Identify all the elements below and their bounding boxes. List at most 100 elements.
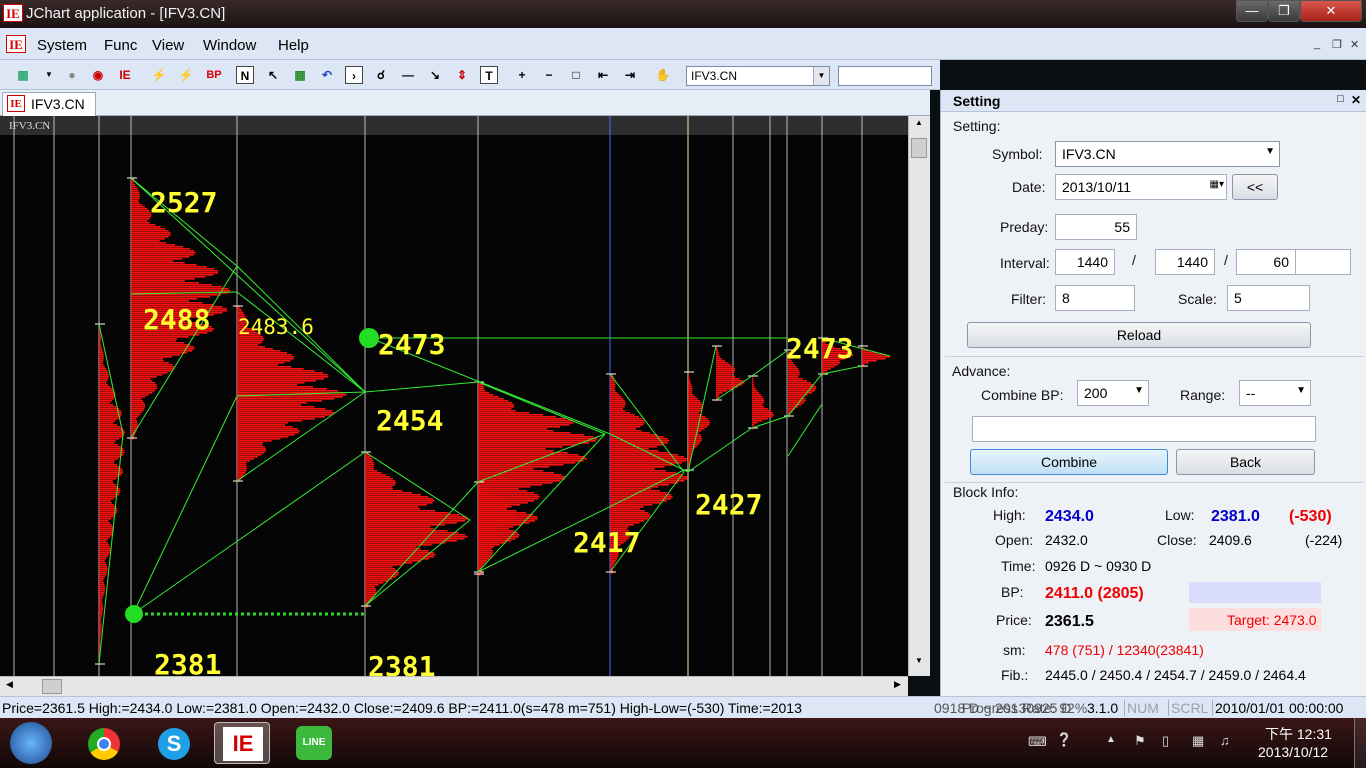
zoom-in-icon[interactable]: + bbox=[513, 66, 531, 84]
divider bbox=[945, 356, 1363, 357]
volume-icon[interactable]: ♫ bbox=[1220, 733, 1230, 748]
volume-profile-bar bbox=[610, 506, 644, 508]
volume-profile-bar bbox=[131, 216, 152, 218]
select-box-icon[interactable]: □ bbox=[567, 66, 585, 84]
line-icon[interactable]: LINE bbox=[286, 722, 342, 764]
scroll-thumb[interactable] bbox=[911, 138, 927, 158]
zoom-out-icon[interactable]: − bbox=[540, 66, 558, 84]
keyboard-icon[interactable]: ⌨ bbox=[1028, 734, 1047, 750]
search-icon[interactable]: ☌ bbox=[372, 66, 390, 84]
volume-profile-bar bbox=[478, 486, 531, 488]
trend-line-icon[interactable]: ↘ bbox=[426, 66, 444, 84]
flag-icon[interactable]: ⚑ bbox=[1134, 733, 1146, 749]
panel-close-icon[interactable]: ✕ bbox=[1351, 93, 1361, 107]
panel-float-icon[interactable]: □ bbox=[1337, 93, 1344, 105]
interval-field-3[interactable]: 60 bbox=[1236, 249, 1296, 275]
jchart-taskbar-icon[interactable]: IE bbox=[214, 722, 270, 764]
interval-field-4[interactable] bbox=[1295, 249, 1351, 275]
hand-icon[interactable]: ✋ bbox=[654, 66, 672, 84]
chevron-down-icon[interactable]: ▼ bbox=[1265, 146, 1275, 157]
maximize-button[interactable]: ❐ bbox=[1268, 0, 1300, 22]
volume-profile-bar bbox=[131, 222, 150, 224]
chevron-down-icon[interactable]: ▼ bbox=[1134, 385, 1144, 396]
vertical-scrollbar[interactable]: ▲ ▼ bbox=[908, 116, 930, 676]
logo-tool-icon[interactable]: IE bbox=[116, 66, 134, 84]
gray-circle-icon[interactable]: ● bbox=[63, 66, 81, 84]
combine-bp-select[interactable]: 200 ▼ bbox=[1077, 380, 1149, 406]
bp-tool-icon[interactable]: BP bbox=[202, 66, 226, 84]
chrome-icon[interactable] bbox=[76, 722, 132, 764]
cursor-icon[interactable]: ↖ bbox=[264, 66, 282, 84]
chart-canvas[interactable]: IFV3.CN 2527 2488 2483.6 2473 2454 2473 2427 241… bbox=[0, 116, 908, 676]
symbol-select[interactable]: IFV3.CN ▼ bbox=[686, 66, 830, 86]
trend-line bbox=[132, 395, 238, 615]
volume-profile-bar bbox=[99, 582, 105, 584]
clock-time[interactable]: 下午 12:31 bbox=[1265, 724, 1332, 744]
hscroll-thumb[interactable] bbox=[42, 679, 62, 694]
scroll-left-arrow-icon[interactable]: ◀ bbox=[6, 679, 13, 690]
menu-view[interactable]: View bbox=[152, 37, 184, 54]
scroll-left-icon[interactable]: ⇤ bbox=[594, 66, 612, 84]
record-icon[interactable]: ◉ bbox=[89, 66, 107, 84]
scroll-right-icon[interactable]: ⇥ bbox=[621, 66, 639, 84]
menu-func[interactable]: Func bbox=[104, 37, 137, 54]
skype-icon[interactable]: S bbox=[146, 722, 202, 764]
close-button[interactable]: ✕ bbox=[1300, 0, 1362, 22]
mdi-restore-icon[interactable]: ❐ bbox=[1332, 38, 1342, 51]
show-desktop-button[interactable] bbox=[1354, 718, 1366, 768]
device-icon[interactable]: ▯ bbox=[1162, 733, 1169, 749]
combine-button[interactable]: Combine bbox=[970, 449, 1168, 475]
minimize-button[interactable]: — bbox=[1236, 0, 1268, 22]
combine-input[interactable] bbox=[972, 416, 1316, 442]
toolbar-input[interactable] bbox=[838, 66, 932, 86]
undo-icon[interactable]: ↶ bbox=[318, 66, 336, 84]
volume-profile-bar bbox=[478, 432, 571, 434]
calendar-icon[interactable]: ▦▾ bbox=[1210, 179, 1224, 190]
chevron-down-icon[interactable]: ▼ bbox=[813, 67, 829, 85]
filter-field[interactable]: 8 bbox=[1055, 285, 1135, 311]
preday-field[interactable]: 55 bbox=[1055, 214, 1137, 240]
text-tool-icon[interactable]: T bbox=[480, 66, 498, 84]
mdi-minimize-icon[interactable]: _ bbox=[1314, 38, 1320, 50]
volume-profile-bar bbox=[716, 388, 733, 390]
n-tool-icon[interactable]: N bbox=[236, 66, 254, 84]
date-picker[interactable]: 2013/10/11 ▦▾ bbox=[1055, 174, 1227, 200]
scroll-up-icon[interactable]: ▲ bbox=[911, 118, 927, 127]
horizontal-scrollbar[interactable]: ◀ ▶ bbox=[0, 676, 908, 696]
start-button-icon[interactable] bbox=[10, 722, 52, 764]
volume-profile-bar bbox=[610, 498, 672, 500]
clock-date[interactable]: 2013/10/12 bbox=[1258, 744, 1328, 760]
hline-icon[interactable]: — bbox=[399, 66, 417, 84]
volume-profile-bar bbox=[365, 476, 390, 478]
menu-help[interactable]: Help bbox=[278, 37, 309, 54]
range-select[interactable]: -- ▼ bbox=[1239, 380, 1311, 406]
volume-profile-bar bbox=[752, 380, 754, 382]
interval-field-2[interactable]: 1440 bbox=[1155, 249, 1215, 275]
chevron-down-icon[interactable]: ▼ bbox=[1296, 385, 1306, 396]
help-icon[interactable]: ❔ bbox=[1056, 732, 1072, 748]
back-button[interactable]: Back bbox=[1176, 449, 1315, 475]
volume-profile-chart[interactable]: IFV3.CN 2527 2488 2483.6 2473 2454 2473 2427 241… bbox=[0, 116, 908, 676]
network-icon[interactable]: ▦ bbox=[1192, 733, 1204, 749]
symbol-combo[interactable]: IFV3.CN ▼ bbox=[1055, 141, 1280, 167]
volume-profile-bar bbox=[99, 444, 118, 446]
interval-field-1[interactable]: 1440 bbox=[1055, 249, 1115, 275]
tab-ifv3[interactable]: IE IFV3.CN bbox=[2, 92, 96, 116]
chevron-down-icon[interactable]: ▼ bbox=[40, 66, 58, 84]
menu-system[interactable]: System bbox=[37, 37, 87, 54]
scroll-down-icon[interactable]: ▼ bbox=[911, 656, 927, 665]
updown-icon[interactable]: ⇕ bbox=[453, 66, 471, 84]
volume-profile-bar bbox=[788, 396, 804, 398]
lightning-icon[interactable]: ⚡ bbox=[150, 66, 168, 84]
reload-button[interactable]: Reload bbox=[967, 322, 1311, 348]
redo-icon[interactable]: › bbox=[345, 66, 363, 84]
mdi-close-icon[interactable]: ✕ bbox=[1350, 38, 1359, 51]
cube-icon[interactable]: ▦ bbox=[291, 66, 309, 84]
date-back-button[interactable]: << bbox=[1232, 174, 1278, 200]
scroll-right-arrow-icon[interactable]: ▶ bbox=[894, 679, 901, 690]
chart-bars-icon[interactable]: ▩ bbox=[14, 66, 32, 84]
menu-window[interactable]: Window bbox=[203, 37, 256, 54]
scale-field[interactable]: 5 bbox=[1227, 285, 1310, 311]
tray-expand-icon[interactable]: ▲ bbox=[1106, 734, 1116, 745]
lightning-red-icon[interactable]: ⚡ bbox=[177, 66, 195, 84]
